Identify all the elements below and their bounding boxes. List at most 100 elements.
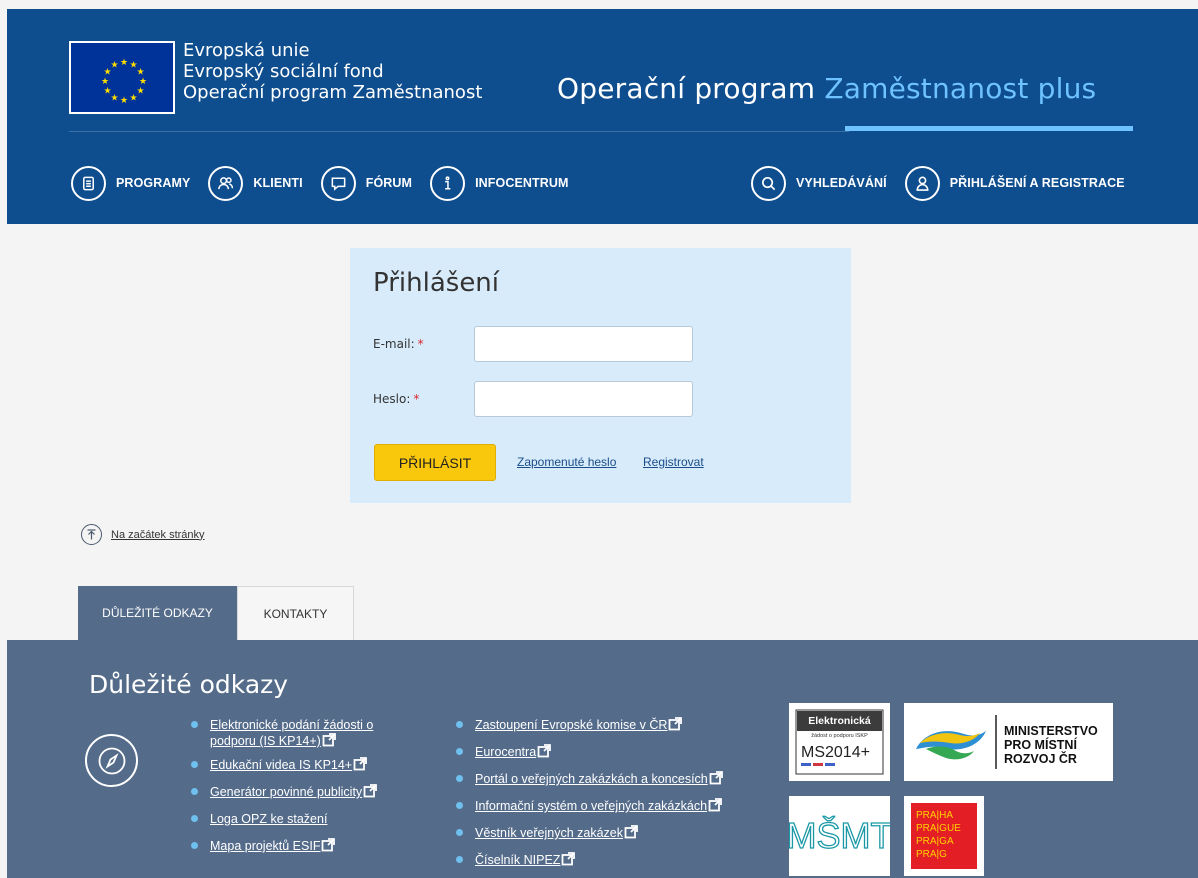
page: ★ ★ ★ ★ ★ ★ ★ ★ ★ ★ ★ ★ Evropská unie Ev… xyxy=(7,9,1198,878)
back-to-top-link[interactable]: Na začátek stránky xyxy=(81,524,205,545)
forgot-password-link[interactable]: Zapomenuté heslo xyxy=(517,455,616,469)
eu-fund-text: Evropská unie Evropský sociální fond Ope… xyxy=(183,40,482,103)
site-header: ★ ★ ★ ★ ★ ★ ★ ★ ★ ★ ★ ★ Evropská unie Ev… xyxy=(7,9,1198,224)
list-item: Generátor povinné publicity xyxy=(190,784,420,800)
chat-icon xyxy=(320,165,356,201)
praha-logo-row: PRA|G xyxy=(916,849,947,860)
list-item: Věstník veřejných zakázek xyxy=(455,825,775,841)
password-input[interactable] xyxy=(474,381,693,417)
user-icon xyxy=(904,165,940,201)
svg-text:★: ★ xyxy=(136,87,144,97)
svg-text:★: ★ xyxy=(136,68,144,78)
back-to-top-label: Na začátek stránky xyxy=(111,528,205,541)
nav-label: INFOCENTRUM xyxy=(475,176,569,190)
link-publicity-generator[interactable]: Generátor povinné publicity xyxy=(210,785,362,799)
external-link-icon xyxy=(709,771,723,785)
nav-label: PŘIHLÁŠENÍ A REGISTRACE xyxy=(949,176,1125,190)
users-icon xyxy=(208,165,244,201)
svg-text:★: ★ xyxy=(120,58,128,68)
svg-text:★: ★ xyxy=(139,77,147,87)
nav-programy[interactable]: PROGRAMY xyxy=(71,165,191,201)
svg-text:★: ★ xyxy=(129,94,137,104)
nav-klienti[interactable]: KLIENTI xyxy=(208,165,303,201)
register-link[interactable]: Registrovat xyxy=(643,455,704,469)
svg-text:★: ★ xyxy=(120,96,128,106)
links-column-2: Zastoupení Evropské komise v ČR Eurocent… xyxy=(455,717,775,868)
external-link-icon xyxy=(353,757,368,771)
link-procurement-bulletin[interactable]: Věstník veřejných zakázek xyxy=(475,826,623,840)
password-label: Heslo: * xyxy=(373,392,419,406)
external-link-icon xyxy=(322,733,336,747)
link-procurement-info-system[interactable]: Informační systém o veřejných zakázkách xyxy=(475,799,707,813)
utility-nav: VYHLEDÁVÁNÍ PŘIHLÁŠENÍ A REGISTRACE xyxy=(751,163,1143,203)
ms-logo-line3: MS2014+ xyxy=(801,744,870,761)
ms-logo-line2: žádost o podporu ISKP xyxy=(811,733,868,739)
header-divider xyxy=(69,131,849,132)
praha-logo[interactable]: PRA|HA PRA|GUE PRA|GA PRA|G xyxy=(904,796,984,876)
list-item: Elektronické podání žádosti o podporu (I… xyxy=(190,717,420,749)
svg-text:★: ★ xyxy=(103,87,111,97)
required-mark: * xyxy=(413,392,420,406)
compass-icon xyxy=(85,734,138,787)
nav-forum[interactable]: FÓRUM xyxy=(320,165,413,201)
external-link-icon xyxy=(624,825,638,839)
mmr-logo[interactable]: MINISTERSTVO PRO MÍSTNÍ ROZVOJ ČR xyxy=(904,703,1113,781)
program-title-main: Operační program xyxy=(557,72,816,105)
nav-label: FÓRUM xyxy=(365,176,413,190)
tab-important-links[interactable]: DŮLEŽITÉ ODKAZY xyxy=(78,586,237,640)
info-icon xyxy=(430,165,466,201)
main-nav: PROGRAMY KLIENTI FÓRUM INFOCENTRUM xyxy=(71,163,587,203)
external-link-icon xyxy=(562,852,576,866)
eu-flag-logo: ★ ★ ★ ★ ★ ★ ★ ★ ★ ★ ★ ★ xyxy=(69,41,175,114)
praha-logo-row: PRA|HA xyxy=(916,810,953,821)
tab-contacts[interactable]: KONTAKTY xyxy=(237,586,354,640)
msmt-logo[interactable]: MŠMT xyxy=(786,796,893,876)
svg-text:★: ★ xyxy=(110,94,118,104)
nav-infocentrum[interactable]: INFOCENTRUM xyxy=(430,165,569,201)
link-eurocentra[interactable]: Eurocentra xyxy=(475,745,536,759)
email-input[interactable] xyxy=(474,326,693,362)
external-link-icon xyxy=(669,717,683,731)
program-title-underline xyxy=(845,126,1133,131)
link-procurement-portal[interactable]: Portál o veřejných zakázkách a koncesích xyxy=(475,772,708,786)
list-item: Informační systém o veřejných zakázkách xyxy=(455,798,775,814)
footer-title: Důležité odkazy xyxy=(89,670,289,699)
mmr-logo-line1: MINISTERSTVO xyxy=(1004,724,1098,738)
ms2014-logo[interactable]: Elektronická žádost o podporu ISKP MS201… xyxy=(789,703,890,781)
password-label-text: Heslo: xyxy=(373,392,411,406)
login-button[interactable]: PŘIHLÁSIT xyxy=(374,444,496,481)
email-label-text: E-mail: xyxy=(373,337,415,351)
list-item: Číselník NIPEZ xyxy=(455,852,775,868)
nav-login-registration[interactable]: PŘIHLÁŠENÍ A REGISTRACE xyxy=(904,165,1125,201)
nav-label: KLIENTI xyxy=(253,176,303,190)
praha-logo-row: PRA|GA xyxy=(916,836,954,847)
list-item: Loga OPZ ke stažení xyxy=(190,811,420,827)
login-title: Přihlášení xyxy=(373,268,500,298)
link-ec-representation[interactable]: Zastoupení Evropské komise v ČR xyxy=(475,718,667,732)
list-item: Eurocentra xyxy=(455,744,775,760)
list-item: Zastoupení Evropské komise v ČR xyxy=(455,717,775,733)
list-item: Mapa projektů ESIF xyxy=(190,838,420,854)
eu-line: Evropský sociální fond xyxy=(183,61,384,82)
link-nipez[interactable]: Číselník NIPEZ xyxy=(475,853,560,867)
mmr-logo-line2: PRO MÍSTNÍ xyxy=(1004,737,1077,752)
link-esif-map[interactable]: Mapa projektů ESIF xyxy=(210,839,320,853)
nav-vyhledavani[interactable]: VYHLEDÁVÁNÍ xyxy=(751,165,887,201)
svg-text:★: ★ xyxy=(110,61,118,71)
program-title-highlight: Zaměstnanost plus xyxy=(824,72,1097,105)
search-icon xyxy=(751,165,786,201)
svg-text:★: ★ xyxy=(101,77,109,87)
link-is-kp14[interactable]: Elektronické podání žádosti o podporu (I… xyxy=(210,718,373,748)
link-edu-videos[interactable]: Edukační videa IS KP14+ xyxy=(210,758,352,772)
eu-line: Operační program Zaměstnanost xyxy=(183,82,483,103)
list-icon xyxy=(71,165,106,201)
email-label: E-mail: * xyxy=(373,337,424,351)
nav-label: PROGRAMY xyxy=(116,176,191,190)
eu-stars-icon: ★ ★ ★ ★ ★ ★ ★ ★ ★ ★ ★ ★ xyxy=(101,58,147,106)
program-title[interactable]: Operační program Zaměstnanost plus xyxy=(557,72,1096,105)
external-link-icon xyxy=(322,838,336,852)
praha-logo-row: PRA|GUE xyxy=(916,823,961,834)
external-link-icon xyxy=(363,784,378,798)
link-opz-logos[interactable]: Loga OPZ ke stažení xyxy=(210,812,327,826)
list-item: Portál o veřejných zakázkách a koncesích xyxy=(455,771,775,787)
